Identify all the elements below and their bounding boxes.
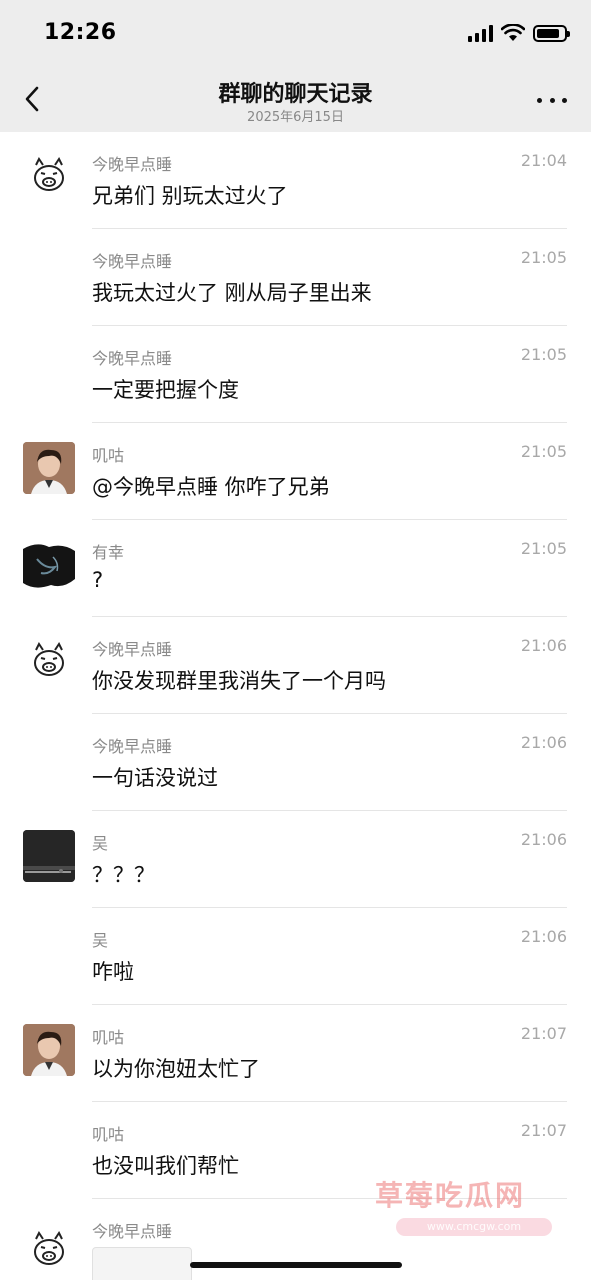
person-photo-icon: [23, 442, 75, 494]
status-icons: [468, 24, 570, 42]
message-text: 一定要把握个度: [92, 378, 239, 402]
message-row[interactable]: 叽咕 21:05 @今晚早点睡 你咋了兄弟: [0, 423, 591, 520]
pig-avatar[interactable]: [23, 151, 75, 203]
message-time: 21:05: [520, 539, 567, 558]
pig-avatar[interactable]: [23, 1225, 75, 1277]
wifi-icon: [501, 24, 525, 41]
message-text: ?: [92, 568, 104, 592]
message-text: 一句话没说过: [92, 766, 218, 790]
dark-art-icon: [23, 539, 75, 591]
message-row[interactable]: 今晚早点睡 21:05 我玩太过火了 刚从局子里出来: [0, 229, 591, 326]
sender-name: 今晚早点睡: [92, 1222, 173, 1241]
message-time: 21:07: [520, 1121, 567, 1140]
message-time: 21:06: [520, 636, 567, 655]
message-text: 也没叫我们帮忙: [92, 1154, 239, 1178]
message-text: @今晚早点睡 你咋了兄弟: [92, 475, 330, 499]
message-time: 21:05: [520, 248, 567, 267]
screenshot-thumbnail[interactable]: [92, 1247, 192, 1280]
sender-name: 今晚早点睡: [92, 252, 173, 271]
watermark-url: www.cmcgw.com: [396, 1218, 552, 1236]
more-button[interactable]: [537, 88, 567, 112]
sender-name: 今晚早点睡: [92, 155, 173, 174]
sender-name: 叽咕: [92, 1125, 125, 1144]
message-row[interactable]: 今晚早点睡 21:06 你没发现群里我消失了一个月吗: [0, 617, 591, 714]
signal-icon: [468, 24, 493, 42]
person-photo-avatar[interactable]: [23, 1024, 75, 1076]
message-row[interactable]: 今晚早点睡 21:05 一定要把握个度: [0, 326, 591, 423]
message-time: 21:05: [520, 345, 567, 364]
message-row[interactable]: 有幸 21:05 ?: [0, 520, 591, 617]
pig-icon: [34, 157, 64, 191]
nav-bar: 群聊的聊天记录 2025年6月15日: [0, 64, 591, 132]
message-text: 咋啦: [92, 960, 134, 984]
message-time: 21:06: [520, 927, 567, 946]
message-row[interactable]: 吴 21:06 ？？？: [0, 811, 591, 908]
message-row[interactable]: 叽咕 21:07 以为你泡妞太忙了: [0, 1005, 591, 1102]
status-bar: 12:26: [0, 0, 591, 64]
sender-name: 吴: [92, 834, 109, 853]
sender-name: 有幸: [92, 543, 125, 562]
dark-device-icon: [23, 830, 75, 882]
pig-icon: [34, 642, 64, 676]
sender-name: 叽咕: [92, 1028, 125, 1047]
more-dots-icon: [537, 97, 542, 103]
watermark-text: 草莓吃瓜网: [375, 1179, 526, 1212]
message-text: 我玩太过火了 刚从局子里出来: [92, 281, 372, 305]
sender-name: 今晚早点睡: [92, 640, 173, 659]
sender-name: 叽咕: [92, 446, 125, 465]
dark-device-avatar[interactable]: [23, 830, 75, 882]
message-time: 21:06: [520, 830, 567, 849]
sender-name: 今晚早点睡: [92, 737, 173, 756]
status-time: 12:26: [44, 20, 117, 45]
message-time: 21:05: [520, 442, 567, 461]
message-time: 21:04: [520, 151, 567, 170]
message-text: 兄弟们 别玩太过火了: [92, 184, 288, 208]
sender-name: 今晚早点睡: [92, 349, 173, 368]
message-text: 你没发现群里我消失了一个月吗: [92, 669, 386, 693]
message-row[interactable]: 今晚早点睡 21:04 兄弟们 别玩太过火了: [0, 132, 591, 229]
pig-avatar[interactable]: [23, 636, 75, 688]
person-photo-avatar[interactable]: [23, 442, 75, 494]
home-indicator[interactable]: [190, 1262, 402, 1268]
message-time: 21:07: [520, 1024, 567, 1043]
message-list[interactable]: 今晚早点睡 21:04 兄弟们 别玩太过火了 今晚早点睡 21:05 我玩太过火…: [0, 132, 591, 1280]
page-subtitle: 2025年6月15日: [247, 110, 344, 125]
message-time: 21:06: [520, 733, 567, 752]
sender-name: 吴: [92, 931, 109, 950]
message-row[interactable]: 今晚早点睡 21:06 一句话没说过: [0, 714, 591, 811]
message-text: ？？？: [92, 863, 155, 887]
battery-icon: [533, 24, 570, 42]
pig-icon: [34, 1231, 64, 1265]
dark-art-avatar[interactable]: [23, 539, 75, 591]
message-row[interactable]: 吴 21:06 咋啦: [0, 908, 591, 1005]
person-photo-icon: [23, 1024, 75, 1076]
message-text: 以为你泡妞太忙了: [92, 1057, 260, 1081]
page-title: 群聊的聊天记录: [218, 82, 373, 107]
